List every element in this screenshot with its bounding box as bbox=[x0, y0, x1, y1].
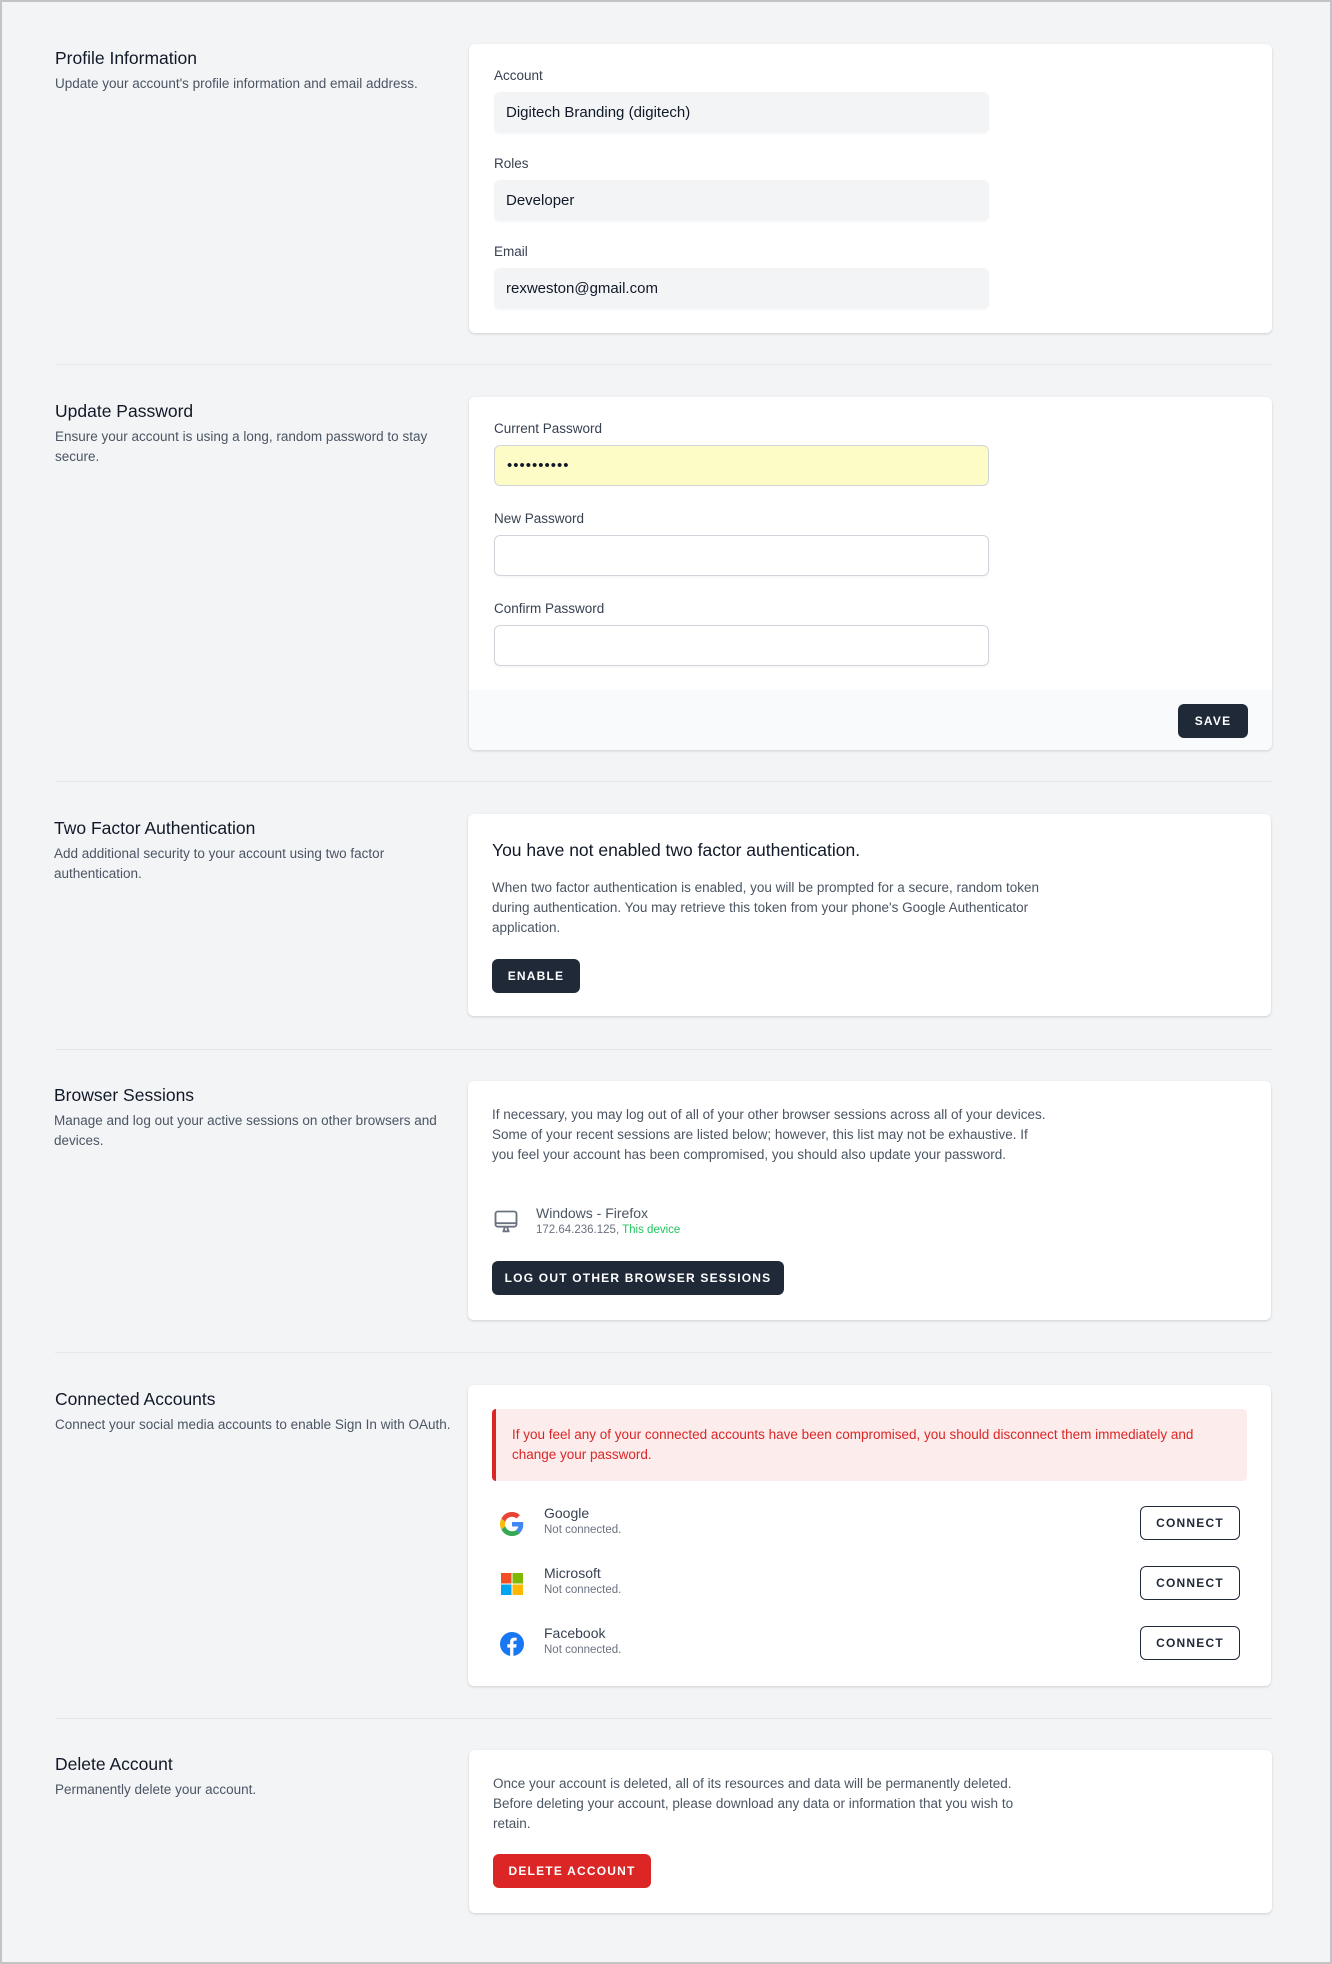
email-label: Email bbox=[494, 244, 528, 259]
two-factor-title: Two Factor Authentication bbox=[54, 818, 256, 838]
two-factor-heading: You have not enabled two factor authenti… bbox=[492, 840, 861, 860]
account-status: Not connected. bbox=[544, 1584, 622, 1596]
two-factor-body: When two factor authentication is enable… bbox=[492, 880, 1040, 935]
delete-body: Once your account is deleted, all of its… bbox=[493, 1776, 1014, 1831]
connect-google-button[interactable]: CONNECT bbox=[1140, 1506, 1240, 1540]
microsoft-icon bbox=[501, 1573, 523, 1595]
connected-description: Connect your social media accounts to en… bbox=[55, 1417, 451, 1432]
roles-value: Developer bbox=[506, 192, 575, 209]
connected-card: If you feel any of your connected accoun… bbox=[468, 1385, 1271, 1686]
sessions-body: If necessary, you may log out of all of … bbox=[492, 1107, 1046, 1162]
account-field[interactable]: Digitech Branding (digitech) bbox=[494, 92, 989, 133]
delete-description: Permanently delete your account. bbox=[55, 1782, 257, 1797]
two-factor-description: Add additional security to your account … bbox=[54, 846, 385, 881]
account-row-google: Google Not connected. CONNECT bbox=[500, 1505, 1240, 1541]
account-name: Google bbox=[544, 1505, 590, 1521]
password-title: Update Password bbox=[55, 401, 194, 421]
google-icon bbox=[500, 1512, 524, 1536]
delete-account-button[interactable]: DELETE ACCOUNT bbox=[493, 1854, 651, 1888]
profile-card: Account Digitech Branding (digitech) Rol… bbox=[469, 44, 1272, 333]
account-status: Not connected. bbox=[544, 1644, 622, 1656]
logout-other-sessions-button[interactable]: LOG OUT OTHER BROWSER SESSIONS bbox=[492, 1261, 784, 1295]
connected-side: Connected Accounts Connect your social m… bbox=[55, 1387, 455, 1435]
session-meta: 172.64.236.125, This device bbox=[536, 1224, 680, 1236]
account-status: Not connected. bbox=[544, 1524, 622, 1536]
delete-card: Once your account is deleted, all of its… bbox=[469, 1750, 1272, 1913]
sessions-side: Browser Sessions Manage and log out your… bbox=[54, 1083, 454, 1151]
desktop-icon bbox=[494, 1210, 518, 1233]
password-card-footer: SAVE bbox=[469, 690, 1272, 750]
sessions-title: Browser Sessions bbox=[54, 1085, 195, 1105]
facebook-icon bbox=[500, 1632, 524, 1656]
account-row-facebook: Facebook Not connected. CONNECT bbox=[500, 1625, 1240, 1661]
connect-microsoft-button[interactable]: CONNECT bbox=[1140, 1566, 1240, 1600]
account-label: Account bbox=[494, 68, 543, 83]
new-password-input[interactable] bbox=[494, 535, 989, 576]
session-ip: 172.64.236.125, bbox=[536, 1224, 620, 1236]
password-side: Update Password Ensure your account is u… bbox=[55, 399, 455, 467]
account-name: Facebook bbox=[544, 1625, 606, 1641]
session-current-badge: This device bbox=[622, 1224, 681, 1236]
sessions-description: Manage and log out your active sessions … bbox=[54, 1113, 437, 1148]
email-field[interactable]: rexweston@gmail.com bbox=[494, 268, 989, 309]
divider bbox=[55, 364, 1272, 365]
compromise-alert: If you feel any of your connected accoun… bbox=[492, 1409, 1247, 1481]
confirm-password-label: Confirm Password bbox=[494, 601, 605, 616]
connect-facebook-button[interactable]: CONNECT bbox=[1140, 1626, 1240, 1660]
current-password-value: •••••••••• bbox=[507, 457, 570, 474]
sessions-card: If necessary, you may log out of all of … bbox=[468, 1081, 1271, 1320]
two-factor-card: You have not enabled two factor authenti… bbox=[468, 814, 1271, 1016]
delete-title: Delete Account bbox=[55, 1754, 173, 1774]
divider bbox=[55, 1352, 1272, 1353]
current-password-label: Current Password bbox=[494, 421, 603, 436]
session-device: Windows - Firefox bbox=[536, 1205, 649, 1221]
roles-label: Roles bbox=[494, 156, 529, 171]
two-factor-side: Two Factor Authentication Add additional… bbox=[54, 816, 454, 884]
connected-title: Connected Accounts bbox=[55, 1389, 216, 1409]
divider bbox=[55, 1718, 1272, 1719]
password-description: Ensure your account is using a long, ran… bbox=[55, 429, 428, 464]
profile-description: Update your account's profile informatio… bbox=[55, 76, 418, 91]
divider bbox=[55, 781, 1272, 782]
email-value: rexweston@gmail.com bbox=[506, 280, 658, 297]
profile-title: Profile Information bbox=[55, 48, 198, 68]
delete-side: Delete Account Permanently delete your a… bbox=[55, 1752, 455, 1800]
profile-side: Profile Information Update your account'… bbox=[55, 46, 455, 94]
current-password-input[interactable]: •••••••••• bbox=[494, 445, 989, 486]
enable-button[interactable]: ENABLE bbox=[492, 959, 580, 993]
password-card: Current Password •••••••••• New Password… bbox=[469, 397, 1272, 750]
divider bbox=[55, 1049, 1272, 1050]
save-button[interactable]: SAVE bbox=[1178, 704, 1248, 738]
session-item: Windows - Firefox 172.64.236.125, This d… bbox=[492, 1205, 892, 1241]
account-name: Microsoft bbox=[544, 1565, 601, 1581]
new-password-label: New Password bbox=[494, 511, 585, 526]
roles-field[interactable]: Developer bbox=[494, 180, 989, 221]
account-row-microsoft: Microsoft Not connected. CONNECT bbox=[500, 1565, 1240, 1601]
account-value: Digitech Branding (digitech) bbox=[506, 104, 691, 121]
confirm-password-input[interactable] bbox=[494, 625, 989, 666]
